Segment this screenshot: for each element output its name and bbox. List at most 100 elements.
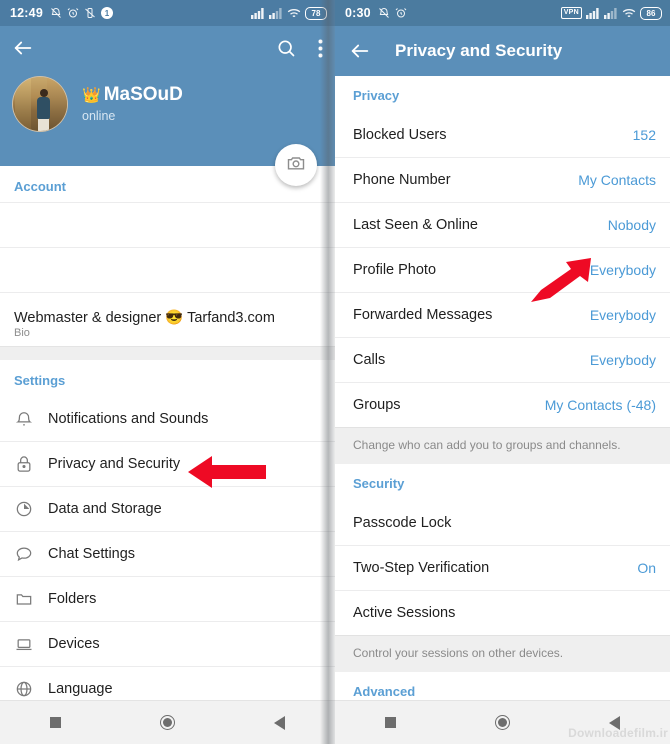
- privacy-hint-text: Change who can add you to groups and cha…: [335, 427, 670, 464]
- alarm-icon: [395, 7, 407, 19]
- bio-text: Webmaster & designer 😎 Tarfand3.com: [14, 309, 275, 326]
- account-phone-row[interactable]: [0, 202, 335, 247]
- sidebar-item-label: Folders: [48, 591, 97, 607]
- sidebar-item-label: Language: [48, 681, 113, 697]
- signal-bars-icon: [251, 7, 265, 19]
- globe-icon: [14, 679, 48, 699]
- sidebar-item-data-and-storage[interactable]: Data and Storage: [0, 486, 335, 531]
- dual-screenshot: 12:49 1 78 👑 MaSOuD online Account Webma…: [0, 0, 670, 744]
- security-section-title: Security: [353, 476, 405, 491]
- sidebar-item-label: Chat Settings: [48, 546, 136, 562]
- alarm-icon: [67, 7, 79, 19]
- circle-icon[interactable]: [494, 715, 510, 730]
- mute-icon: [50, 7, 62, 19]
- camera-icon: [286, 153, 306, 178]
- security-hint-text: Control your sessions on other devices.: [335, 635, 670, 672]
- row-value: Everybody: [589, 307, 656, 323]
- security-row-active-sessions[interactable]: Active Sessions: [335, 590, 670, 635]
- sidebar-item-chat-settings[interactable]: Chat Settings: [0, 531, 335, 576]
- bio-label: Bio: [14, 326, 30, 339]
- square-icon[interactable]: [384, 717, 396, 728]
- wifi-icon: [287, 8, 301, 19]
- lock-icon: [14, 454, 48, 474]
- android-nav-bar-left: [0, 700, 335, 744]
- account-username-row[interactable]: [0, 247, 335, 292]
- sidebar-item-label: Data and Storage: [48, 501, 162, 517]
- sidebar-item-privacy-and-security[interactable]: Privacy and Security: [0, 441, 335, 486]
- vpn-icon: VPN: [560, 7, 582, 19]
- avatar[interactable]: [12, 76, 68, 132]
- privacy-section-title: Privacy: [353, 88, 400, 103]
- sidebar-item-notifications[interactable]: Notifications and Sounds: [0, 396, 335, 441]
- privacy-row-blocked-users[interactable]: Blocked Users 152: [335, 112, 670, 157]
- sidebar-item-folders[interactable]: Folders: [0, 576, 335, 621]
- privacy-and-security-screen: 0:30 VPN 86 Privacy and Security Privacy…: [335, 0, 670, 744]
- watermark: Downloadefilm.ir: [568, 726, 668, 740]
- crown-icon: 👑: [82, 87, 101, 104]
- wifi-icon: [622, 8, 636, 19]
- profile-name: MaSOuD: [103, 84, 183, 105]
- sidebar-item-devices[interactable]: Devices: [0, 621, 335, 666]
- row-value: My Contacts: [578, 172, 656, 188]
- triangle-back-icon[interactable]: [274, 715, 286, 730]
- row-value: 152: [632, 126, 656, 143]
- security-row-two-step-verification[interactable]: Two-Step Verification On: [335, 545, 670, 590]
- row-label: Profile Photo: [353, 262, 437, 278]
- profile-status: online: [82, 109, 116, 123]
- chat-bubble-icon: [14, 544, 48, 564]
- signal-bars-icon: [269, 7, 283, 19]
- folder-icon: [14, 589, 48, 609]
- back-arrow-icon[interactable]: [349, 40, 371, 62]
- profile-header: 👑 MaSOuD online: [0, 26, 335, 186]
- row-value: Everybody: [589, 262, 656, 278]
- privacy-row-profile-photo[interactable]: Profile Photo Everybody: [335, 247, 670, 292]
- row-label: Calls: [353, 352, 386, 368]
- privacy-row-phone-number[interactable]: Phone Number My Contacts: [335, 157, 670, 202]
- page-title: Privacy and Security: [395, 41, 563, 60]
- row-label: Two-Step Verification: [353, 560, 490, 576]
- sidebar-item-label: Notifications and Sounds: [48, 410, 209, 427]
- profile-name-row: 👑 MaSOuD: [82, 84, 183, 106]
- row-value: Nobody: [607, 217, 656, 233]
- telegram-settings-screen: 12:49 1 78 👑 MaSOuD online Account Webma…: [0, 0, 335, 744]
- signal-bars-icon: [586, 7, 600, 19]
- bio-row[interactable]: Webmaster & designer 😎 Tarfand3.com Bio: [0, 292, 335, 346]
- row-label: Blocked Users: [353, 126, 447, 143]
- status-time: 12:49: [10, 6, 43, 20]
- row-value: My Contacts (-48): [544, 397, 656, 413]
- mute-icon: [378, 7, 390, 19]
- settings-section-title: Settings: [14, 373, 66, 388]
- privacy-row-calls[interactable]: Calls Everybody: [335, 337, 670, 382]
- row-label: Last Seen & Online: [353, 217, 478, 233]
- sidebar-item-label: Devices: [48, 636, 100, 652]
- row-label: Passcode Lock: [353, 514, 452, 531]
- laptop-icon: [14, 634, 48, 654]
- row-label: Groups: [353, 397, 401, 413]
- row-label: Forwarded Messages: [353, 307, 493, 323]
- square-icon[interactable]: [49, 717, 61, 728]
- section-spacer: [0, 346, 335, 360]
- search-icon[interactable]: [276, 38, 296, 58]
- back-arrow-icon[interactable]: [12, 37, 34, 59]
- vibrate-icon: [84, 7, 96, 19]
- panel-divider: [320, 0, 335, 744]
- row-value: Everybody: [589, 352, 656, 368]
- pie-clock-icon: [14, 499, 48, 519]
- privacy-row-groups[interactable]: Groups My Contacts (-48): [335, 382, 670, 427]
- notification-count-icon: 1: [100, 7, 113, 19]
- security-row-passcode-lock[interactable]: Passcode Lock: [335, 500, 670, 545]
- signal-bars-icon: [604, 7, 618, 19]
- privacy-row-forwarded-messages[interactable]: Forwarded Messages Everybody: [335, 292, 670, 337]
- privacy-row-last-seen-and-online[interactable]: Last Seen & Online Nobody: [335, 202, 670, 247]
- status-bar-right: 0:30 VPN 86: [335, 0, 670, 26]
- battery-indicator: 86: [640, 6, 662, 20]
- status-time: 0:30: [345, 6, 371, 20]
- bell-icon: [14, 409, 48, 429]
- status-bar-left: 12:49 1 78: [0, 0, 335, 26]
- camera-button[interactable]: [275, 144, 317, 186]
- sidebar-item-label: Privacy and Security: [48, 456, 181, 472]
- row-label: Phone Number: [353, 172, 451, 188]
- circle-icon[interactable]: [159, 715, 175, 730]
- row-label: Active Sessions: [353, 605, 456, 621]
- row-value: On: [637, 560, 656, 576]
